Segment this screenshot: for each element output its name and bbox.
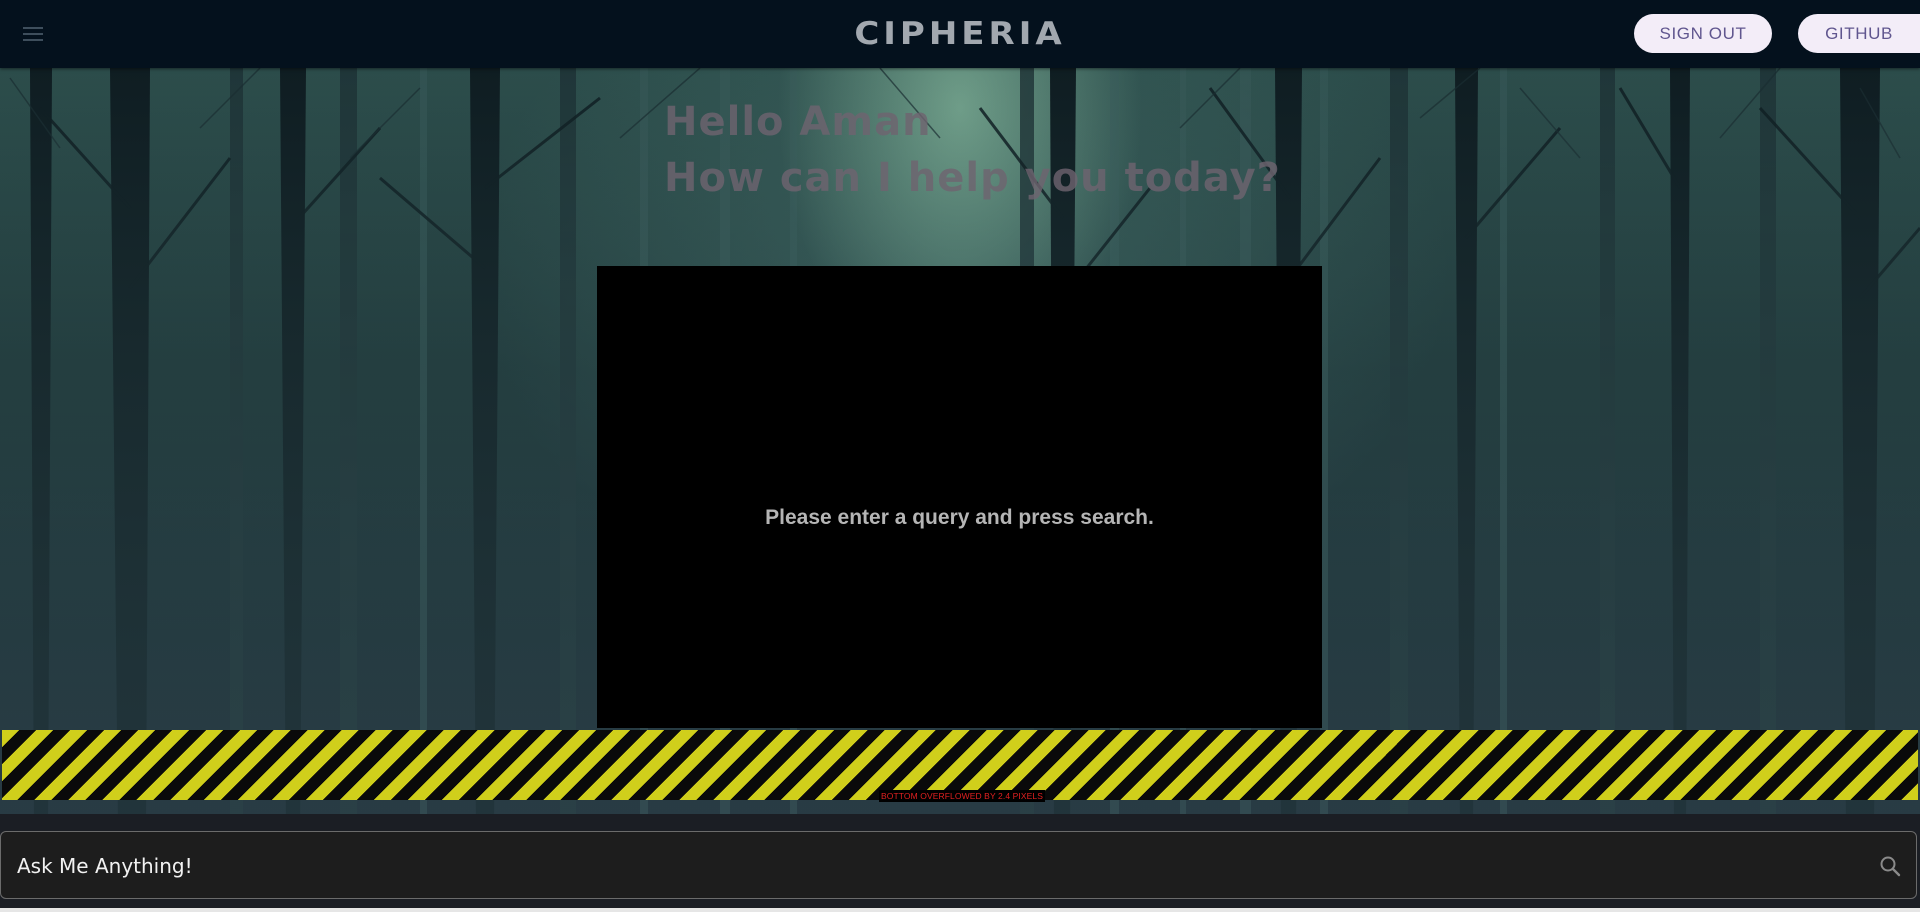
sign-out-button[interactable]: SIGN OUT: [1634, 14, 1772, 53]
greeting-line-2: How can I help you today?: [664, 155, 1281, 201]
hamburger-menu-icon[interactable]: [22, 22, 48, 46]
greeting: Hello Aman How can I help you today?: [664, 94, 1281, 206]
app-bar: CIPHERIA SIGN OUT GITHUB: [0, 0, 1920, 68]
overflow-warning-label: BOTTOM OVERFLOWED BY 2.4 PIXELS: [879, 790, 1045, 802]
app-title: CIPHERIA: [854, 15, 1066, 53]
search-icon[interactable]: [1878, 854, 1902, 878]
github-button[interactable]: GITHUB: [1798, 14, 1920, 53]
results-panel: Please enter a query and press search.: [597, 266, 1322, 728]
search-field[interactable]: [0, 831, 1917, 900]
bottom-edge-strip: [0, 908, 1920, 912]
search-input[interactable]: [15, 832, 1859, 900]
results-empty-message: Please enter a query and press search.: [765, 506, 1154, 529]
greeting-line-1: Hello Aman: [664, 99, 932, 145]
